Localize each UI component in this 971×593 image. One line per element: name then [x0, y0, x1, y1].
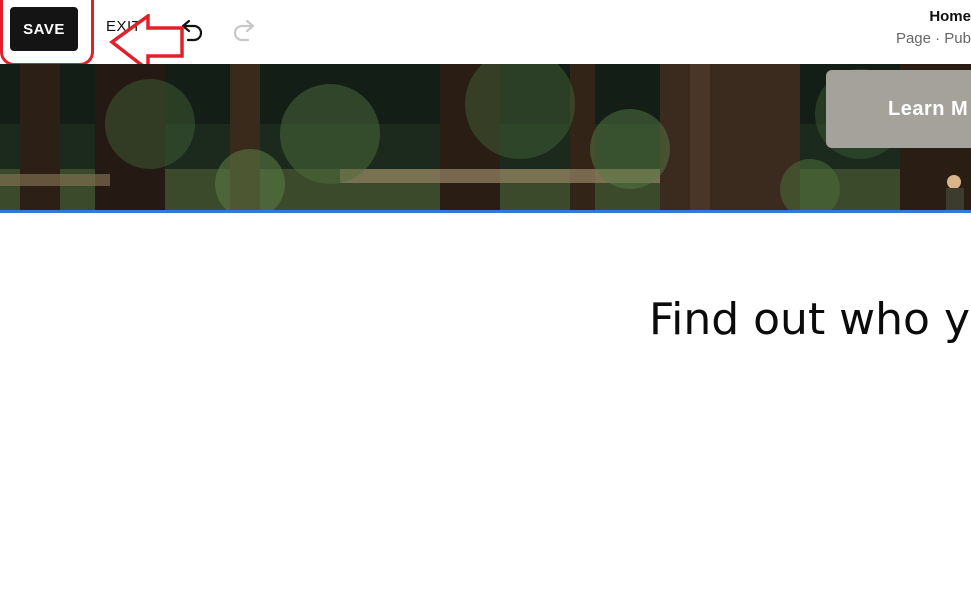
page-status: Page · Pub	[895, 30, 971, 47]
editor-toolbar: SAVE EXIT Home Page · Pub	[0, 0, 971, 74]
learn-more-button[interactable]: Learn M	[826, 70, 971, 148]
section-headline[interactable]: Find out who y	[649, 294, 970, 345]
annotation-highlight-box	[0, 0, 94, 66]
hero-banner-section[interactable]: Learn M	[0, 64, 971, 210]
section-selection-outline	[0, 210, 971, 213]
redo-icon[interactable]	[230, 14, 260, 44]
page-title[interactable]: Home	[929, 8, 971, 25]
